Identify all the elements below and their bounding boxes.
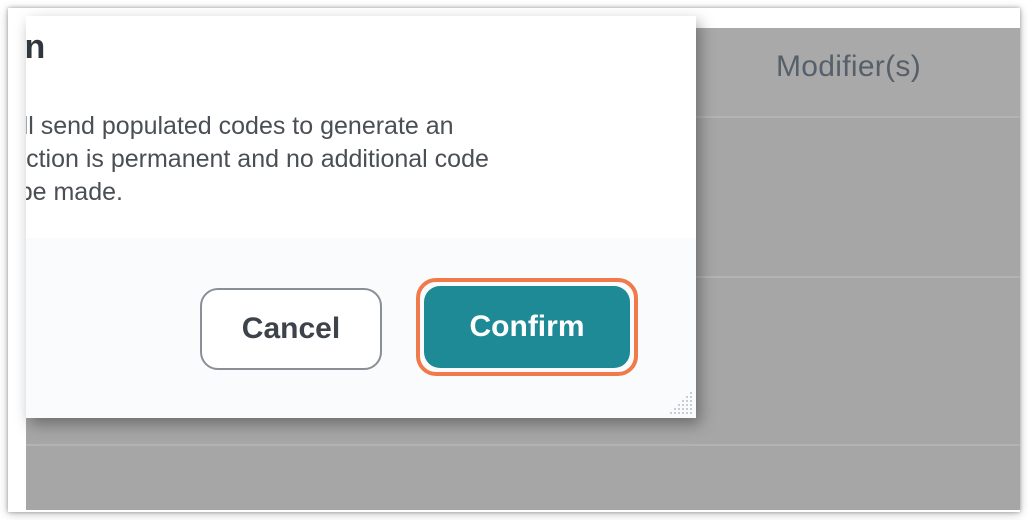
dialog-message-line: Submitting will send populated codes to … xyxy=(26,112,454,140)
confirmation-dialog: ction Submitting will send populated cod… xyxy=(26,16,696,418)
resize-grip-icon[interactable] xyxy=(666,388,696,418)
column-header-modifiers: Modifier(s) xyxy=(776,50,921,83)
dialog-message-line: This action is permanent and no addition… xyxy=(26,145,489,173)
cancel-button[interactable]: Cancel xyxy=(200,288,382,370)
confirm-button[interactable]: Confirm xyxy=(424,286,630,368)
dialog-message-line: changes can be made. xyxy=(26,178,123,206)
screenshot-frame: Modifier(s) ction Submitting will send p… xyxy=(8,8,1020,512)
dialog-title: ction xyxy=(26,28,46,66)
dialog-message: Submitting will send populated codes to … xyxy=(26,110,634,209)
table-row-divider xyxy=(26,444,1020,446)
